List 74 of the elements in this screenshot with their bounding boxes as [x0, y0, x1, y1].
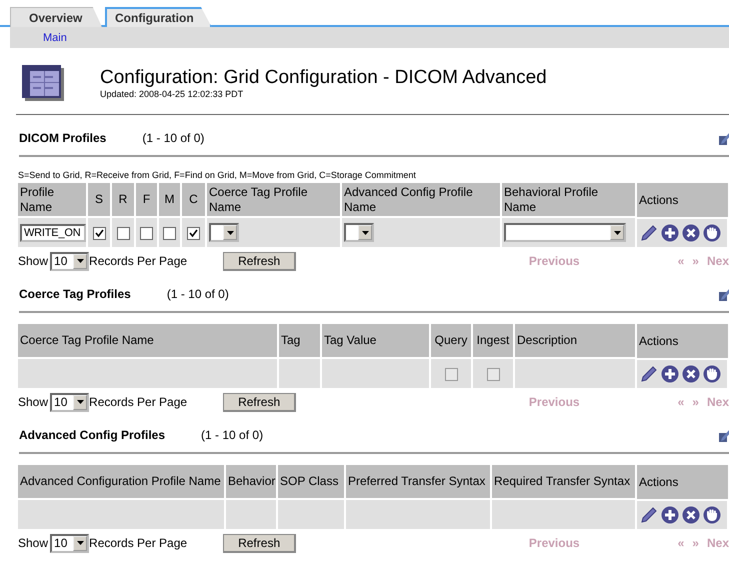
column-header: Coerce Tag Profile Name [206, 183, 341, 217]
checkbox[interactable] [163, 226, 176, 240]
column-header: SOP Class [277, 465, 345, 499]
column-header: Query [430, 324, 472, 358]
pencil-icon[interactable] [640, 506, 658, 524]
column-header: Preferred Transfer Syntax [345, 465, 491, 499]
record-range: (1 - 10 of 0) [166, 287, 229, 301]
refresh-button[interactable]: Refresh [223, 392, 296, 412]
updated-timestamp: Updated: 2008-04-25 12:02:33 PDT [100, 89, 244, 99]
caret-icon [362, 230, 368, 234]
column-header: Advanced Config Profile Name [341, 183, 501, 217]
hand-icon[interactable] [703, 365, 721, 383]
hand-icon[interactable] [703, 224, 721, 242]
show-label: Show [18, 254, 48, 268]
dropdown[interactable] [209, 223, 239, 242]
column-header: Required Transfer Syntax [491, 465, 636, 499]
caret-icon [76, 400, 84, 404]
refresh-button[interactable]: Refresh [223, 252, 296, 270]
pencil-icon[interactable] [640, 365, 658, 383]
column-header: Coerce Tag Profile Name [18, 324, 278, 358]
page-size-dropdown[interactable]: 10 [50, 392, 90, 412]
caret-icon [614, 230, 620, 234]
add-icon[interactable] [661, 224, 679, 242]
records-per-page-label: Records Per Page [89, 254, 188, 268]
checkbox[interactable] [187, 226, 200, 240]
grid-window-icon [22, 65, 64, 101]
section-title: Advanced Config Profiles [19, 428, 166, 442]
hand-icon[interactable] [703, 506, 721, 524]
checkbox[interactable] [140, 226, 153, 240]
input-field[interactable]: WRITE_ON [20, 224, 86, 242]
column-header: Description [514, 324, 636, 358]
delete-icon[interactable] [682, 224, 700, 242]
page-size-dropdown[interactable]: 10 [50, 534, 90, 552]
records-per-page-label: Records Per Page [89, 536, 188, 550]
subnav-link[interactable]: Main [43, 32, 67, 44]
column-header: Behavioral Profile Name [501, 183, 636, 217]
column-header: Tag [278, 324, 321, 358]
add-icon[interactable] [661, 365, 679, 383]
column-header: Actions [636, 324, 729, 358]
show-label: Show [18, 395, 48, 409]
column-header: Tag Value [321, 324, 430, 358]
column-header: Actions [636, 465, 729, 499]
column-header: S [87, 183, 111, 217]
caret-icon [76, 541, 84, 545]
column-header: Profile Name [18, 183, 87, 217]
dropdown[interactable] [344, 223, 374, 242]
column-header: M [158, 183, 181, 217]
column-header: Advanced Configuration Profile Name [18, 465, 225, 499]
record-range: (1 - 10 of 0) [201, 428, 264, 442]
show-label: Show [18, 536, 48, 550]
caret-icon [76, 259, 84, 263]
pencil-icon[interactable] [640, 224, 658, 242]
column-header: C [181, 183, 206, 217]
column-header: Actions [636, 183, 729, 217]
column-header: F [135, 183, 158, 217]
delete-icon[interactable] [682, 365, 700, 383]
checkbox[interactable] [116, 226, 130, 240]
delete-icon[interactable] [682, 506, 700, 524]
section-title: Coerce Tag Profiles [19, 287, 131, 301]
page-title: Configuration: Grid Configuration - DICOM Advanced [100, 67, 547, 89]
records-per-page-label: Records Per Page [89, 395, 188, 409]
checkbox[interactable] [92, 226, 106, 240]
section-title: DICOM Profiles [19, 131, 106, 145]
tab[interactable]: Overview [10, 7, 102, 27]
column-header: Behavior [225, 465, 277, 499]
column-header: Ingest [472, 324, 514, 358]
record-range: (1 - 10 of 0) [142, 131, 204, 145]
add-icon[interactable] [661, 506, 679, 524]
legend-text: S=Send to Grid, R=Receive from Grid, F=Find on Grid, M=Move from Grid, C=Storage Commitment [18, 170, 417, 180]
tab[interactable]: Configuration [105, 7, 212, 27]
column-header: R [111, 183, 135, 217]
refresh-button[interactable]: Refresh [223, 534, 296, 552]
page-size-dropdown[interactable]: 10 [50, 252, 90, 270]
caret-icon [226, 230, 234, 234]
